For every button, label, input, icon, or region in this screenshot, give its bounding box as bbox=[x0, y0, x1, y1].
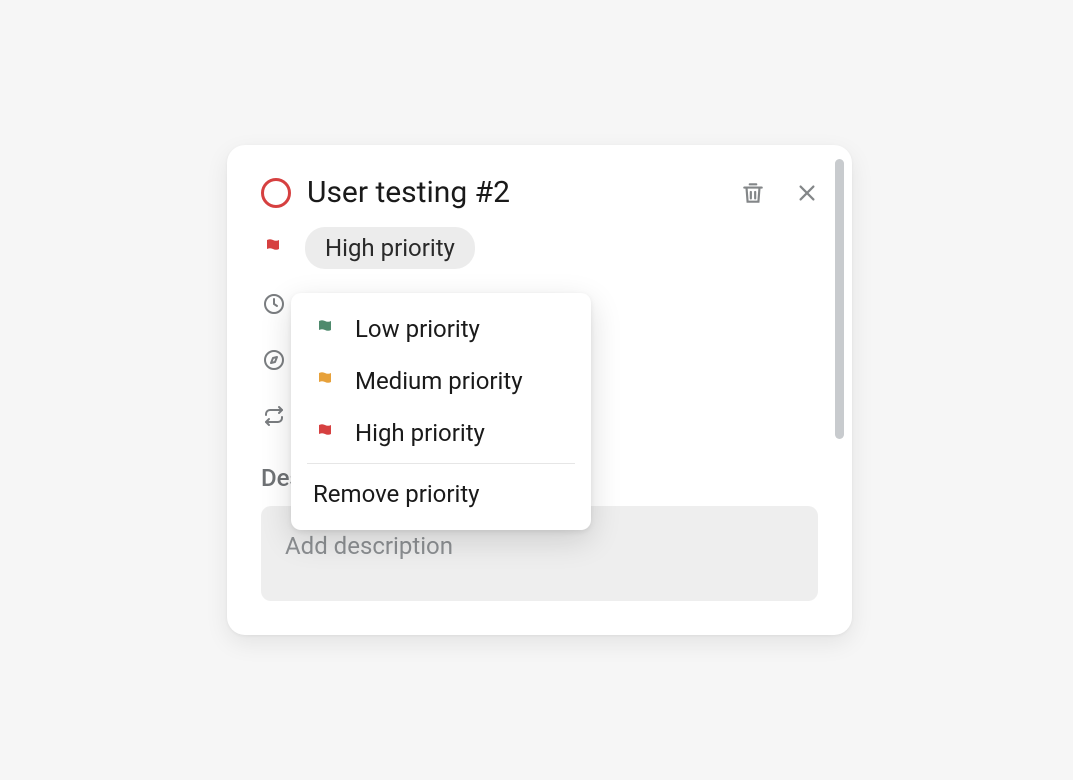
task-title[interactable]: User testing #2 bbox=[307, 175, 724, 210]
close-button[interactable] bbox=[782, 182, 818, 204]
priority-option-label: Medium priority bbox=[355, 367, 523, 395]
priority-option-label: High priority bbox=[355, 419, 485, 447]
compass-icon bbox=[261, 348, 287, 372]
repeat-icon bbox=[261, 404, 287, 428]
description-placeholder: Add description bbox=[285, 532, 794, 560]
clock-icon bbox=[261, 292, 287, 316]
priority-option-remove[interactable]: Remove priority bbox=[291, 468, 591, 520]
close-icon bbox=[796, 182, 818, 204]
priority-pill[interactable]: High priority bbox=[305, 227, 475, 269]
priority-option-label: Low priority bbox=[355, 315, 480, 343]
task-complete-circle[interactable] bbox=[261, 178, 291, 208]
flag-icon bbox=[313, 369, 339, 393]
title-row: User testing #2 bbox=[261, 175, 818, 210]
priority-row[interactable]: High priority bbox=[261, 232, 818, 264]
dropdown-divider bbox=[307, 463, 575, 464]
flag-icon bbox=[313, 421, 339, 445]
priority-option-low[interactable]: Low priority bbox=[291, 303, 591, 355]
priority-option-label: Remove priority bbox=[313, 480, 480, 508]
scrollbar-thumb[interactable] bbox=[835, 159, 844, 439]
trash-icon bbox=[740, 180, 766, 206]
delete-button[interactable] bbox=[740, 180, 766, 206]
flag-icon bbox=[261, 236, 287, 260]
flag-icon bbox=[313, 317, 339, 341]
priority-option-medium[interactable]: Medium priority bbox=[291, 355, 591, 407]
priority-option-high[interactable]: High priority bbox=[291, 407, 591, 459]
priority-dropdown: Low priority Medium priority High priori… bbox=[291, 293, 591, 530]
